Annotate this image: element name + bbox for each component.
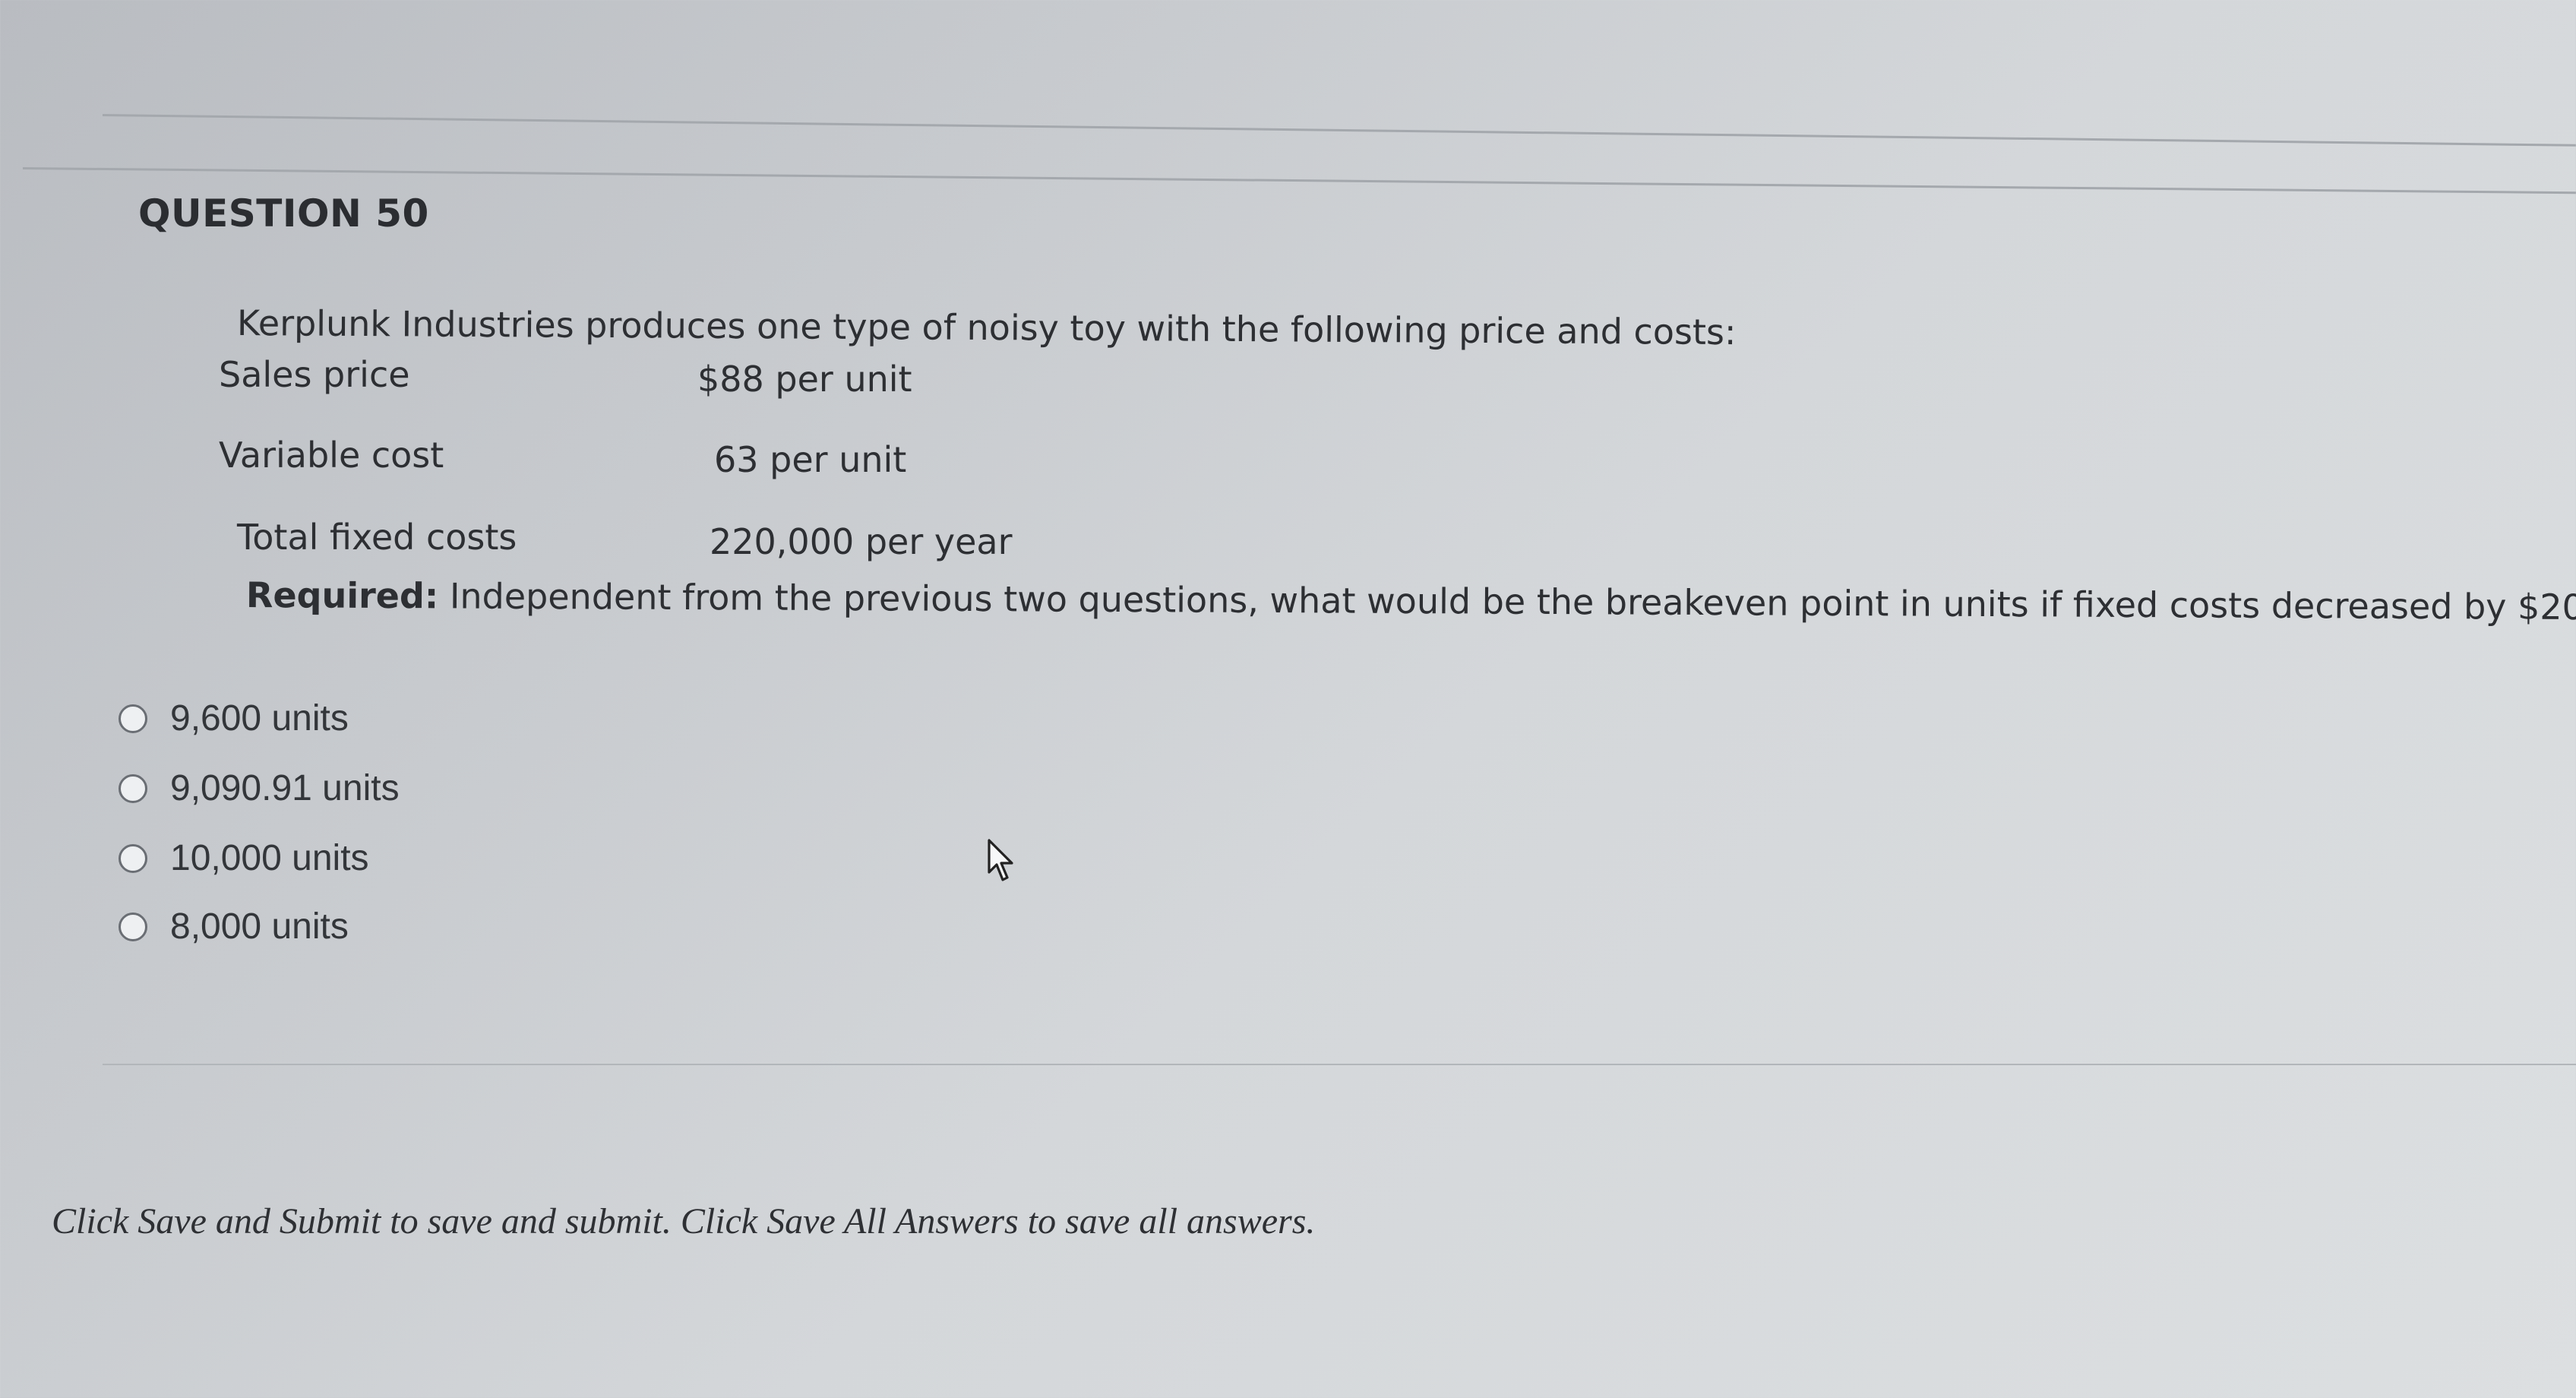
answer-option[interactable]: 9,090.91 units: [119, 767, 400, 809]
question-title: QUESTION 50: [138, 191, 429, 236]
variable-cost-value: 63 per unit: [714, 439, 907, 480]
fixed-costs-label: Total fixed costs: [237, 517, 517, 558]
answer-option-label: 8,000 units: [170, 906, 349, 947]
answer-option[interactable]: 10,000 units: [119, 837, 369, 879]
radio-button-icon[interactable]: [119, 773, 147, 803]
answer-option-label: 9,600 units: [170, 698, 349, 739]
sales-price-label: Sales price: [219, 354, 410, 395]
fixed-costs-value: 220,000 per year: [710, 521, 1013, 562]
required-label: Required:: [245, 574, 439, 617]
answer-option-label: 10,000 units: [170, 838, 369, 878]
mouse-pointer-icon: [988, 839, 1013, 881]
divider-bottom: [103, 1064, 2576, 1065]
divider-top: [102, 114, 2576, 147]
answer-option-label: 9,090.91 units: [170, 768, 400, 808]
question-intro: Kerplunk Industries produces one type of…: [236, 302, 1737, 353]
save-instructions: Click Save and Submit to save and submit…: [52, 1201, 1316, 1241]
required-prompt: Required: Independent from the previous …: [246, 574, 2576, 628]
radio-button-icon[interactable]: [119, 912, 147, 941]
required-text: Independent from the previous two questi…: [449, 575, 2576, 628]
radio-button-icon[interactable]: [119, 704, 147, 733]
radio-button-icon[interactable]: [119, 843, 147, 873]
divider-question-top: [22, 167, 2576, 195]
variable-cost-label: Variable cost: [219, 435, 444, 476]
sales-price-value: $88 per unit: [697, 359, 912, 400]
answer-option[interactable]: 9,600 units: [119, 697, 349, 739]
answer-option[interactable]: 8,000 units: [119, 906, 349, 947]
